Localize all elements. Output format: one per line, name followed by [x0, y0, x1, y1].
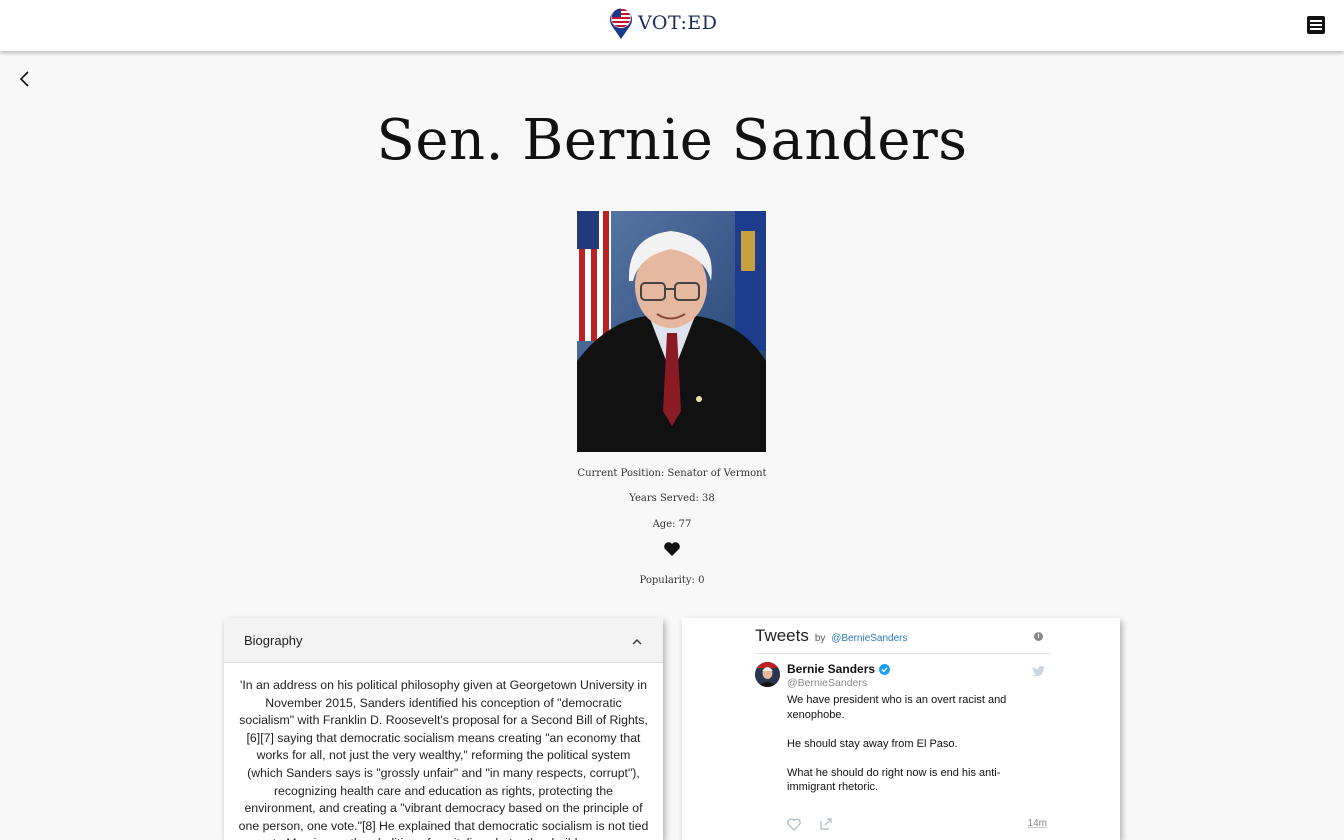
- heart-icon[interactable]: [663, 541, 681, 557]
- years-served: Years Served: 38: [629, 493, 715, 504]
- biography-text: 'In an address on his political philosop…: [238, 678, 649, 840]
- share-icon[interactable]: [819, 816, 833, 835]
- senator-portrait: [577, 211, 766, 452]
- page-title: Sen. Bernie Sanders: [376, 108, 968, 173]
- flag-pin-icon: [608, 6, 634, 40]
- tweet-timestamp[interactable]: 14m: [1028, 818, 1047, 829]
- timeline-handle-link[interactable]: @BernieSanders: [831, 633, 907, 644]
- chevron-up-icon[interactable]: [631, 631, 643, 650]
- verified-badge-icon: [879, 663, 891, 675]
- popularity: Popularity: 0: [639, 575, 705, 586]
- avatar[interactable]: [755, 662, 780, 687]
- twitter-bird-icon[interactable]: [1032, 662, 1046, 677]
- tweet-author-handle[interactable]: @BernieSanders: [787, 677, 867, 689]
- tweet-line: What he should do right now is end his a…: [787, 766, 1001, 794]
- age: Age: 77: [652, 519, 692, 530]
- timeline-title: Tweets: [755, 626, 809, 645]
- timeline-by: by: [814, 633, 826, 644]
- info-icon[interactable]: i: [1034, 632, 1043, 641]
- top-navbar: VOT:ED: [0, 0, 1344, 51]
- tweet-line: He should stay away from El Paso.: [787, 737, 958, 750]
- chevron-left-icon[interactable]: [16, 70, 34, 88]
- current-position: Current Position: Senator of Vermont: [577, 468, 767, 479]
- tweet-body: We have president who is an overt racist…: [787, 693, 1037, 809]
- timeline-header: Tweets by @BernieSanders: [755, 626, 1051, 654]
- tweet-line: We have president who is an overt racist…: [787, 694, 1007, 721]
- biography-header[interactable]: Biography: [224, 618, 663, 663]
- heart-outline-icon[interactable]: [787, 816, 801, 835]
- tweet-actions: 14m: [787, 816, 1047, 831]
- biography-heading: Biography: [244, 632, 303, 648]
- twitter-timeline: Tweets by @BernieSanders i Bernie Sander…: [682, 618, 1120, 840]
- app-logo[interactable]: VOT:ED: [608, 5, 717, 41]
- hamburger-menu-icon[interactable]: [1307, 16, 1325, 34]
- tweet-author-name: Bernie Sanders: [787, 662, 876, 676]
- logo-text: VOT:ED: [638, 12, 718, 34]
- biography-card: Biography 'In an address on his politica…: [224, 618, 663, 840]
